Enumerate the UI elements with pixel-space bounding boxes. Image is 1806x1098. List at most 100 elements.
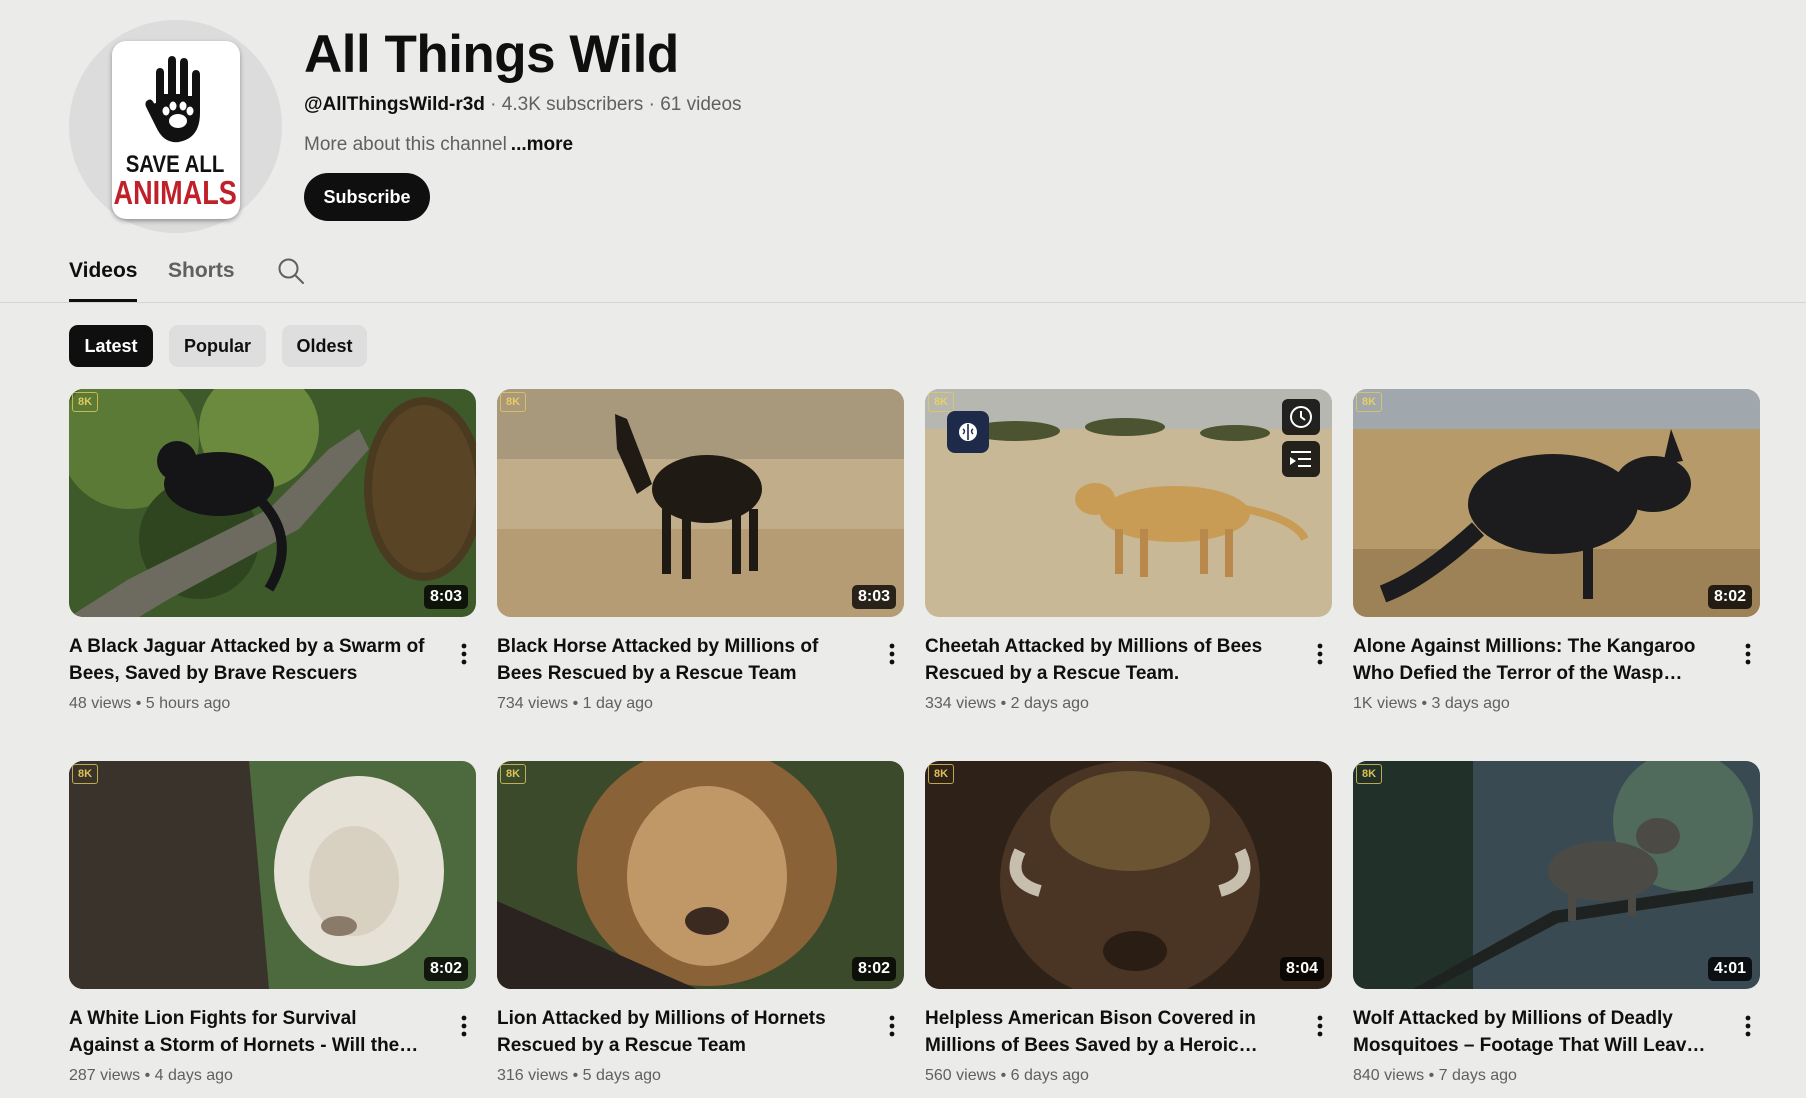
8k-badge: 8K [500,764,526,784]
video-card[interactable]: 8K 8:02 Alone Against Millions: The Kang… [1353,389,1760,712]
channel-handle: @AllThingsWild-r3d [304,94,485,115]
video-card[interactable]: 8K 8:03 Black Horse Attacked by Millions… [497,389,904,712]
chip-latest[interactable]: Latest [69,325,153,367]
view-count: 1K views [1353,695,1418,712]
video-card[interactable]: 8K Cheetah Attacked by Millions of Bees … [925,389,1332,712]
video-title[interactable]: Lion Attacked by Millions of Hornets Res… [497,1005,857,1059]
about-text: More about this channel [304,134,507,155]
tab-shorts[interactable]: Shorts [168,259,235,299]
meta-dot: • [572,695,579,712]
upload-age: 3 days ago [1431,695,1510,712]
8k-badge: 8K [1356,392,1382,412]
white-lion-thumbnail-image [69,761,476,989]
video-thumbnail[interactable]: 8K [925,389,1332,617]
video-title[interactable]: Alone Against Millions: The Kangaroo Who… [1353,633,1713,687]
more-options-icon[interactable] [1308,1011,1332,1041]
video-duration: 8:04 [1279,957,1324,981]
video-title[interactable]: Helpless American Bison Covered in Milli… [925,1005,1285,1059]
upload-age: 2 days ago [1010,695,1089,712]
add-to-queue-icon[interactable] [1282,441,1320,477]
chip-popular[interactable]: Popular [169,325,266,367]
video-thumbnail[interactable]: 8K 4:01 [1353,761,1760,989]
video-title[interactable]: A Black Jaguar Attacked by a Swarm of Be… [69,633,429,687]
channel-avatar[interactable]: SAVE ALL ANIMALS [69,20,282,233]
video-thumbnail[interactable]: 8K 8:02 [69,761,476,989]
video-meta: 734 views • 1 day ago [497,695,653,713]
meta-dot: • [144,1067,151,1084]
video-thumbnail[interactable]: 8K 8:02 [1353,389,1760,617]
wolf-thumbnail-image [1353,761,1760,989]
8k-badge: 8K [72,392,98,412]
view-count: 560 views [925,1067,997,1084]
video-thumbnail[interactable]: 8K 8:03 [497,389,904,617]
video-card[interactable]: 8K 8:04 Helpless American Bison Covered … [925,761,1332,1084]
more-options-icon[interactable] [880,639,904,669]
more-options-icon[interactable] [880,1011,904,1041]
tab-videos[interactable]: Videos [69,259,138,302]
more-options-icon[interactable] [1308,639,1332,669]
meta-dot: • [1421,695,1428,712]
channel-about[interactable]: More about this channel ...more [304,134,573,156]
video-title[interactable]: Cheetah Attacked by Millions of Bees Res… [925,633,1285,687]
video-title[interactable]: Black Horse Attacked by Millions of Bees… [497,633,857,687]
view-count: 734 views [497,695,569,712]
ai-brain-icon[interactable] [947,411,989,453]
video-card[interactable]: 8K 8:02 A White Lion Fights for Survival… [69,761,476,1084]
video-meta: 316 views • 5 days ago [497,1067,661,1085]
raised-hand-paw-icon [142,53,202,144]
video-card[interactable]: 8K 8:02 Lion Attacked by Millions of Hor… [497,761,904,1084]
video-duration: 8:03 [423,585,468,609]
video-duration: 8:02 [1707,585,1752,609]
subscribe-button[interactable]: Subscribe [304,173,430,221]
video-count: 61 videos [660,94,742,115]
video-meta: 560 views • 6 days ago [925,1067,1089,1085]
view-count: 287 views [69,1067,141,1084]
search-icon[interactable] [276,256,306,286]
upload-age: 5 days ago [582,1067,661,1084]
8k-badge: 8K [928,392,954,412]
video-title[interactable]: A White Lion Fights for Survival Against… [69,1005,429,1059]
8k-badge: 8K [1356,764,1382,784]
video-meta: 840 views • 7 days ago [1353,1067,1517,1085]
video-card[interactable]: 8K 4:01 Wolf Attacked by Millions of Dea… [1353,761,1760,1084]
8k-badge: 8K [500,392,526,412]
video-thumbnail[interactable]: 8K 8:03 [69,389,476,617]
view-count: 334 views [925,695,997,712]
8k-badge: 8K [72,764,98,784]
video-duration: 8:02 [423,957,468,981]
meta-separator: · [484,94,502,115]
video-duration: 8:03 [851,585,896,609]
meta-dot: • [135,695,142,712]
view-count: 840 views [1353,1067,1425,1084]
more-options-icon[interactable] [452,639,476,669]
chip-oldest[interactable]: Oldest [282,325,367,367]
upload-age: 5 hours ago [145,695,231,712]
more-options-icon[interactable] [1736,1011,1760,1041]
video-thumbnail[interactable]: 8K 8:02 [497,761,904,989]
jaguar-thumbnail-image [69,389,476,617]
channel-tabs: Videos Shorts [0,240,1806,303]
avatar-logo-text-bottom: ANIMALS [113,173,238,211]
subscriber-count: 4.3K subscribers [501,94,644,115]
more-options-icon[interactable] [1736,639,1760,669]
video-card[interactable]: 8K 8:03 A Black Jaguar Attacked by a Swa… [69,389,476,712]
video-title[interactable]: Wolf Attacked by Millions of Deadly Mosq… [1353,1005,1713,1059]
watch-later-clock-icon[interactable] [1282,399,1320,435]
more-options-icon[interactable] [452,1011,476,1041]
upload-age: 1 day ago [582,695,653,712]
view-count: 48 views [69,695,132,712]
kangaroo-thumbnail-image [1353,389,1760,617]
video-meta: 48 views • 5 hours ago [69,695,230,713]
channel-meta: @AllThingsWild-r3d · 4.3K subscribers · … [304,94,742,116]
meta-separator: · [643,94,661,115]
video-duration: 8:02 [851,957,896,981]
video-meta: 287 views • 4 days ago [69,1067,233,1085]
video-thumbnail[interactable]: 8K 8:04 [925,761,1332,989]
horse-thumbnail-image [497,389,904,617]
view-count: 316 views [497,1067,569,1084]
upload-age: 6 days ago [1010,1067,1089,1084]
more-link[interactable]: ...more [511,134,573,155]
meta-dot: • [572,1067,579,1084]
meta-dot: • [1428,1067,1435,1084]
video-meta: 1K views • 3 days ago [1353,695,1510,713]
